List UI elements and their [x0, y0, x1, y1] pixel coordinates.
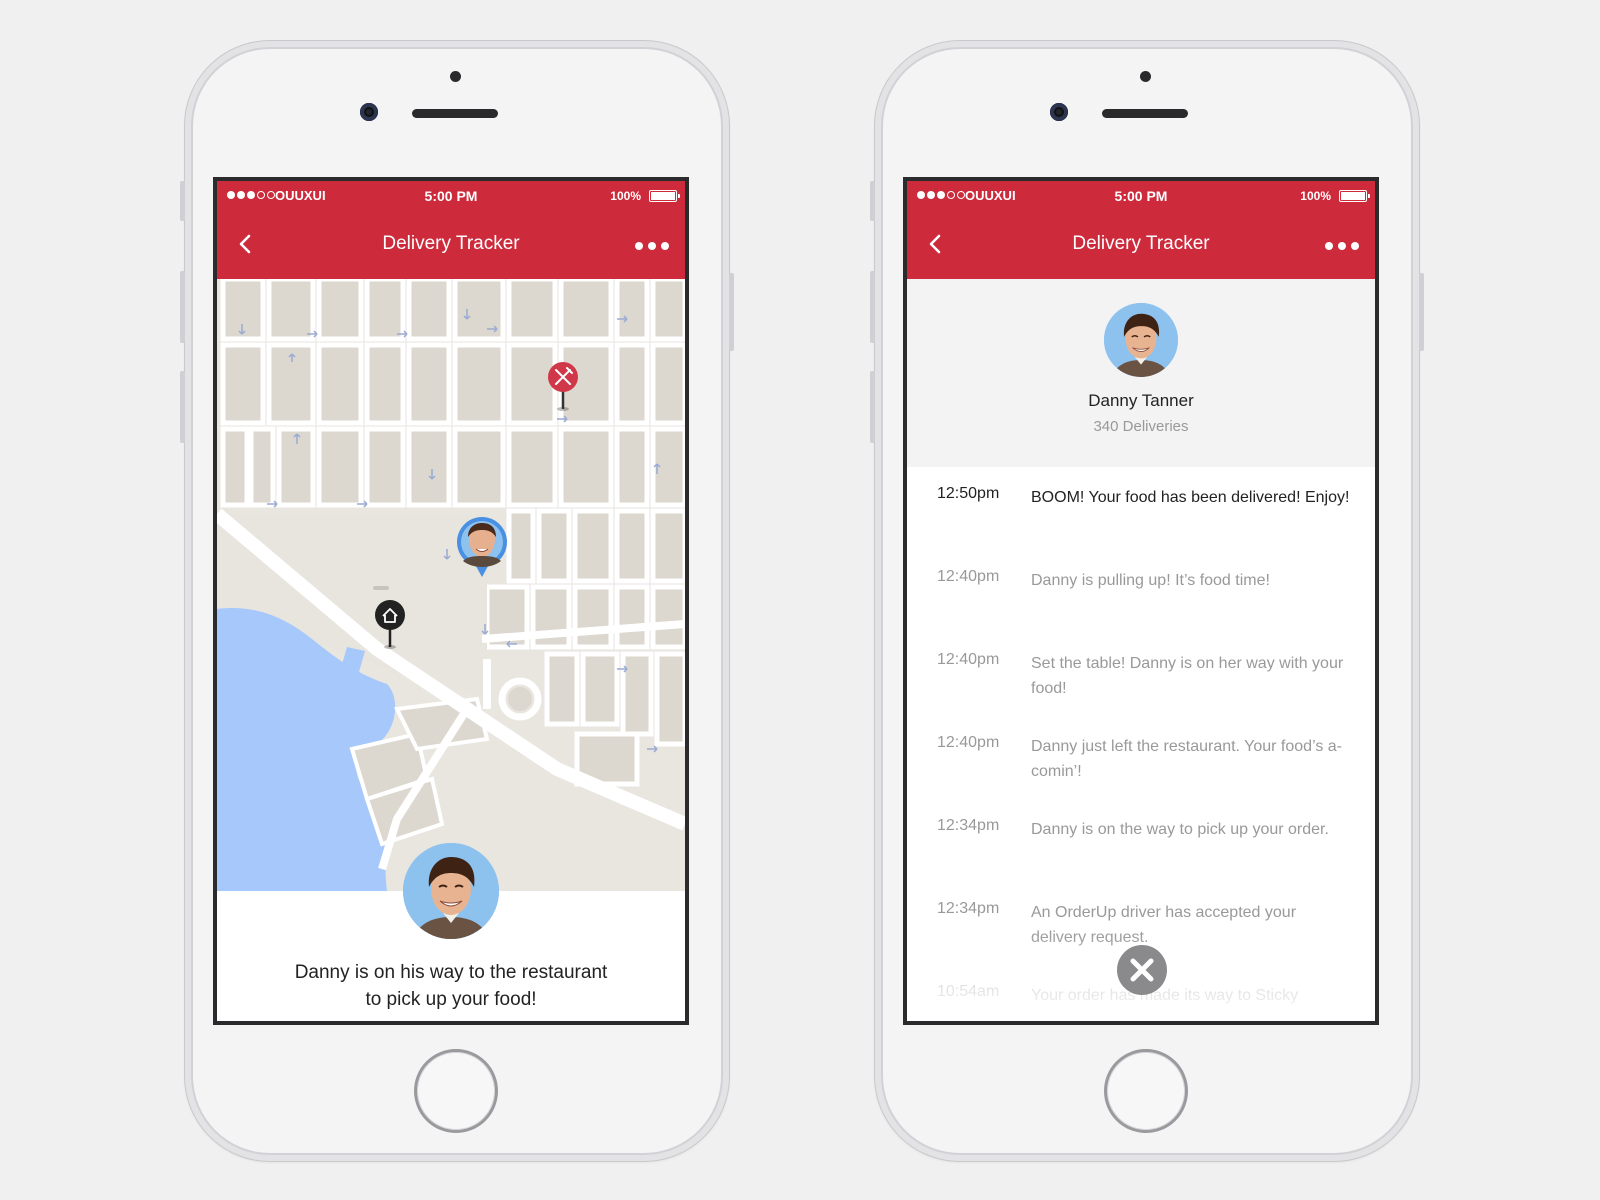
timeline-time: 12:40pm [937, 734, 1000, 751]
timeline-time: 12:40pm [937, 568, 1000, 585]
battery-percent: 100% [1300, 189, 1331, 203]
delivery-status-message: Danny is on his way to the restaurant to… [217, 959, 685, 1013]
mute-switch [870, 181, 875, 221]
phone-frame-timeline: OUUXUI 5:00 PM 100% Delivery Tracker Dan… [870, 40, 1424, 1162]
driver-profile: Danny Tanner 340 Deliveries [907, 279, 1375, 467]
volume-down-button [180, 371, 185, 443]
status-line-1: Danny is on his way to the restaurant [294, 962, 608, 983]
volume-up-button [870, 271, 875, 343]
delivery-timeline[interactable]: 12:50pm BOOM! Your food has been deliver… [907, 467, 1375, 1021]
timeline-time: 10:54am [937, 983, 1000, 1000]
phone-frame-map: OUUXUI 5:00 PM 100% Delivery Tracker Dan… [180, 40, 734, 1162]
status-bar: OUUXUI 5:00 PM 100% [907, 181, 1375, 211]
front-camera [1050, 103, 1068, 121]
timeline-message: Your order has made its way to Sticky [1031, 987, 1299, 1004]
page-title: Delivery Tracker [382, 233, 520, 254]
home-button[interactable] [1104, 1049, 1188, 1133]
close-icon [1130, 958, 1154, 982]
map-screen: OUUXUI 5:00 PM 100% Delivery Tracker Dan… [217, 181, 685, 1021]
volume-down-button [870, 371, 875, 443]
screen-bezel: OUUXUI 5:00 PM 100% Delivery Tracker Dan… [213, 177, 689, 1025]
volume-up-button [180, 271, 185, 343]
home-pin-icon[interactable] [373, 599, 407, 651]
timeline-message: BOOM! Your food has been delivered! Enjo… [1031, 489, 1350, 506]
timeline-message: Danny is on the way to pick up your orde… [1031, 821, 1329, 838]
restaurant-pin-icon[interactable] [546, 361, 580, 413]
timeline-time: 12:50pm [937, 485, 1000, 502]
home-button[interactable] [414, 1049, 498, 1133]
driver-deliveries: 340 Deliveries [1093, 418, 1189, 435]
close-button[interactable] [1117, 945, 1167, 995]
timeline-message: Danny just left the restaurant. Your foo… [1031, 738, 1343, 780]
battery-percent: 100% [610, 189, 641, 203]
driver-avatar [403, 843, 499, 939]
status-bar: OUUXUI 5:00 PM 100% [217, 181, 685, 211]
timeline-message: An OrderUp driver has accepted your deli… [1031, 904, 1297, 946]
page-title: Delivery Tracker [1072, 233, 1210, 254]
driver-location-pin[interactable] [455, 515, 509, 581]
timeline-screen: OUUXUI 5:00 PM 100% Delivery Tracker Dan… [907, 181, 1375, 1021]
earpiece-speaker [1102, 109, 1188, 118]
proximity-sensor [1140, 71, 1151, 82]
proximity-sensor [450, 71, 461, 82]
power-button [729, 273, 734, 351]
timeline-time: 12:34pm [937, 900, 1000, 917]
screen-bezel: OUUXUI 5:00 PM 100% Delivery Tracker Dan… [903, 177, 1379, 1025]
mute-switch [180, 181, 185, 221]
battery-icon [1339, 190, 1370, 202]
timeline-time: 12:34pm [937, 817, 1000, 834]
ellipsis-icon[interactable] [1325, 242, 1359, 250]
front-camera [360, 103, 378, 121]
nav-bar: Delivery Tracker [907, 211, 1375, 279]
driver-avatar [1104, 303, 1178, 377]
timeline-time: 12:40pm [937, 651, 1000, 668]
driver-name: Danny Tanner [1088, 391, 1194, 410]
power-button [1419, 273, 1424, 351]
nav-bar: Delivery Tracker [217, 211, 685, 279]
battery-icon [649, 190, 680, 202]
ellipsis-icon[interactable] [635, 242, 669, 250]
timeline-message: Set the table! Danny is on her way with … [1031, 655, 1344, 697]
delivery-map[interactable] [217, 279, 685, 891]
earpiece-speaker [412, 109, 498, 118]
status-card: Danny is on his way to the restaurant to… [217, 843, 685, 1021]
app-header: OUUXUI 5:00 PM 100% Delivery Tracker [217, 181, 685, 279]
app-header: OUUXUI 5:00 PM 100% Delivery Tracker [907, 181, 1375, 279]
timeline-message: Danny is pulling up! It’s food time! [1031, 572, 1270, 589]
status-line-2: to pick up your food! [365, 989, 537, 1010]
